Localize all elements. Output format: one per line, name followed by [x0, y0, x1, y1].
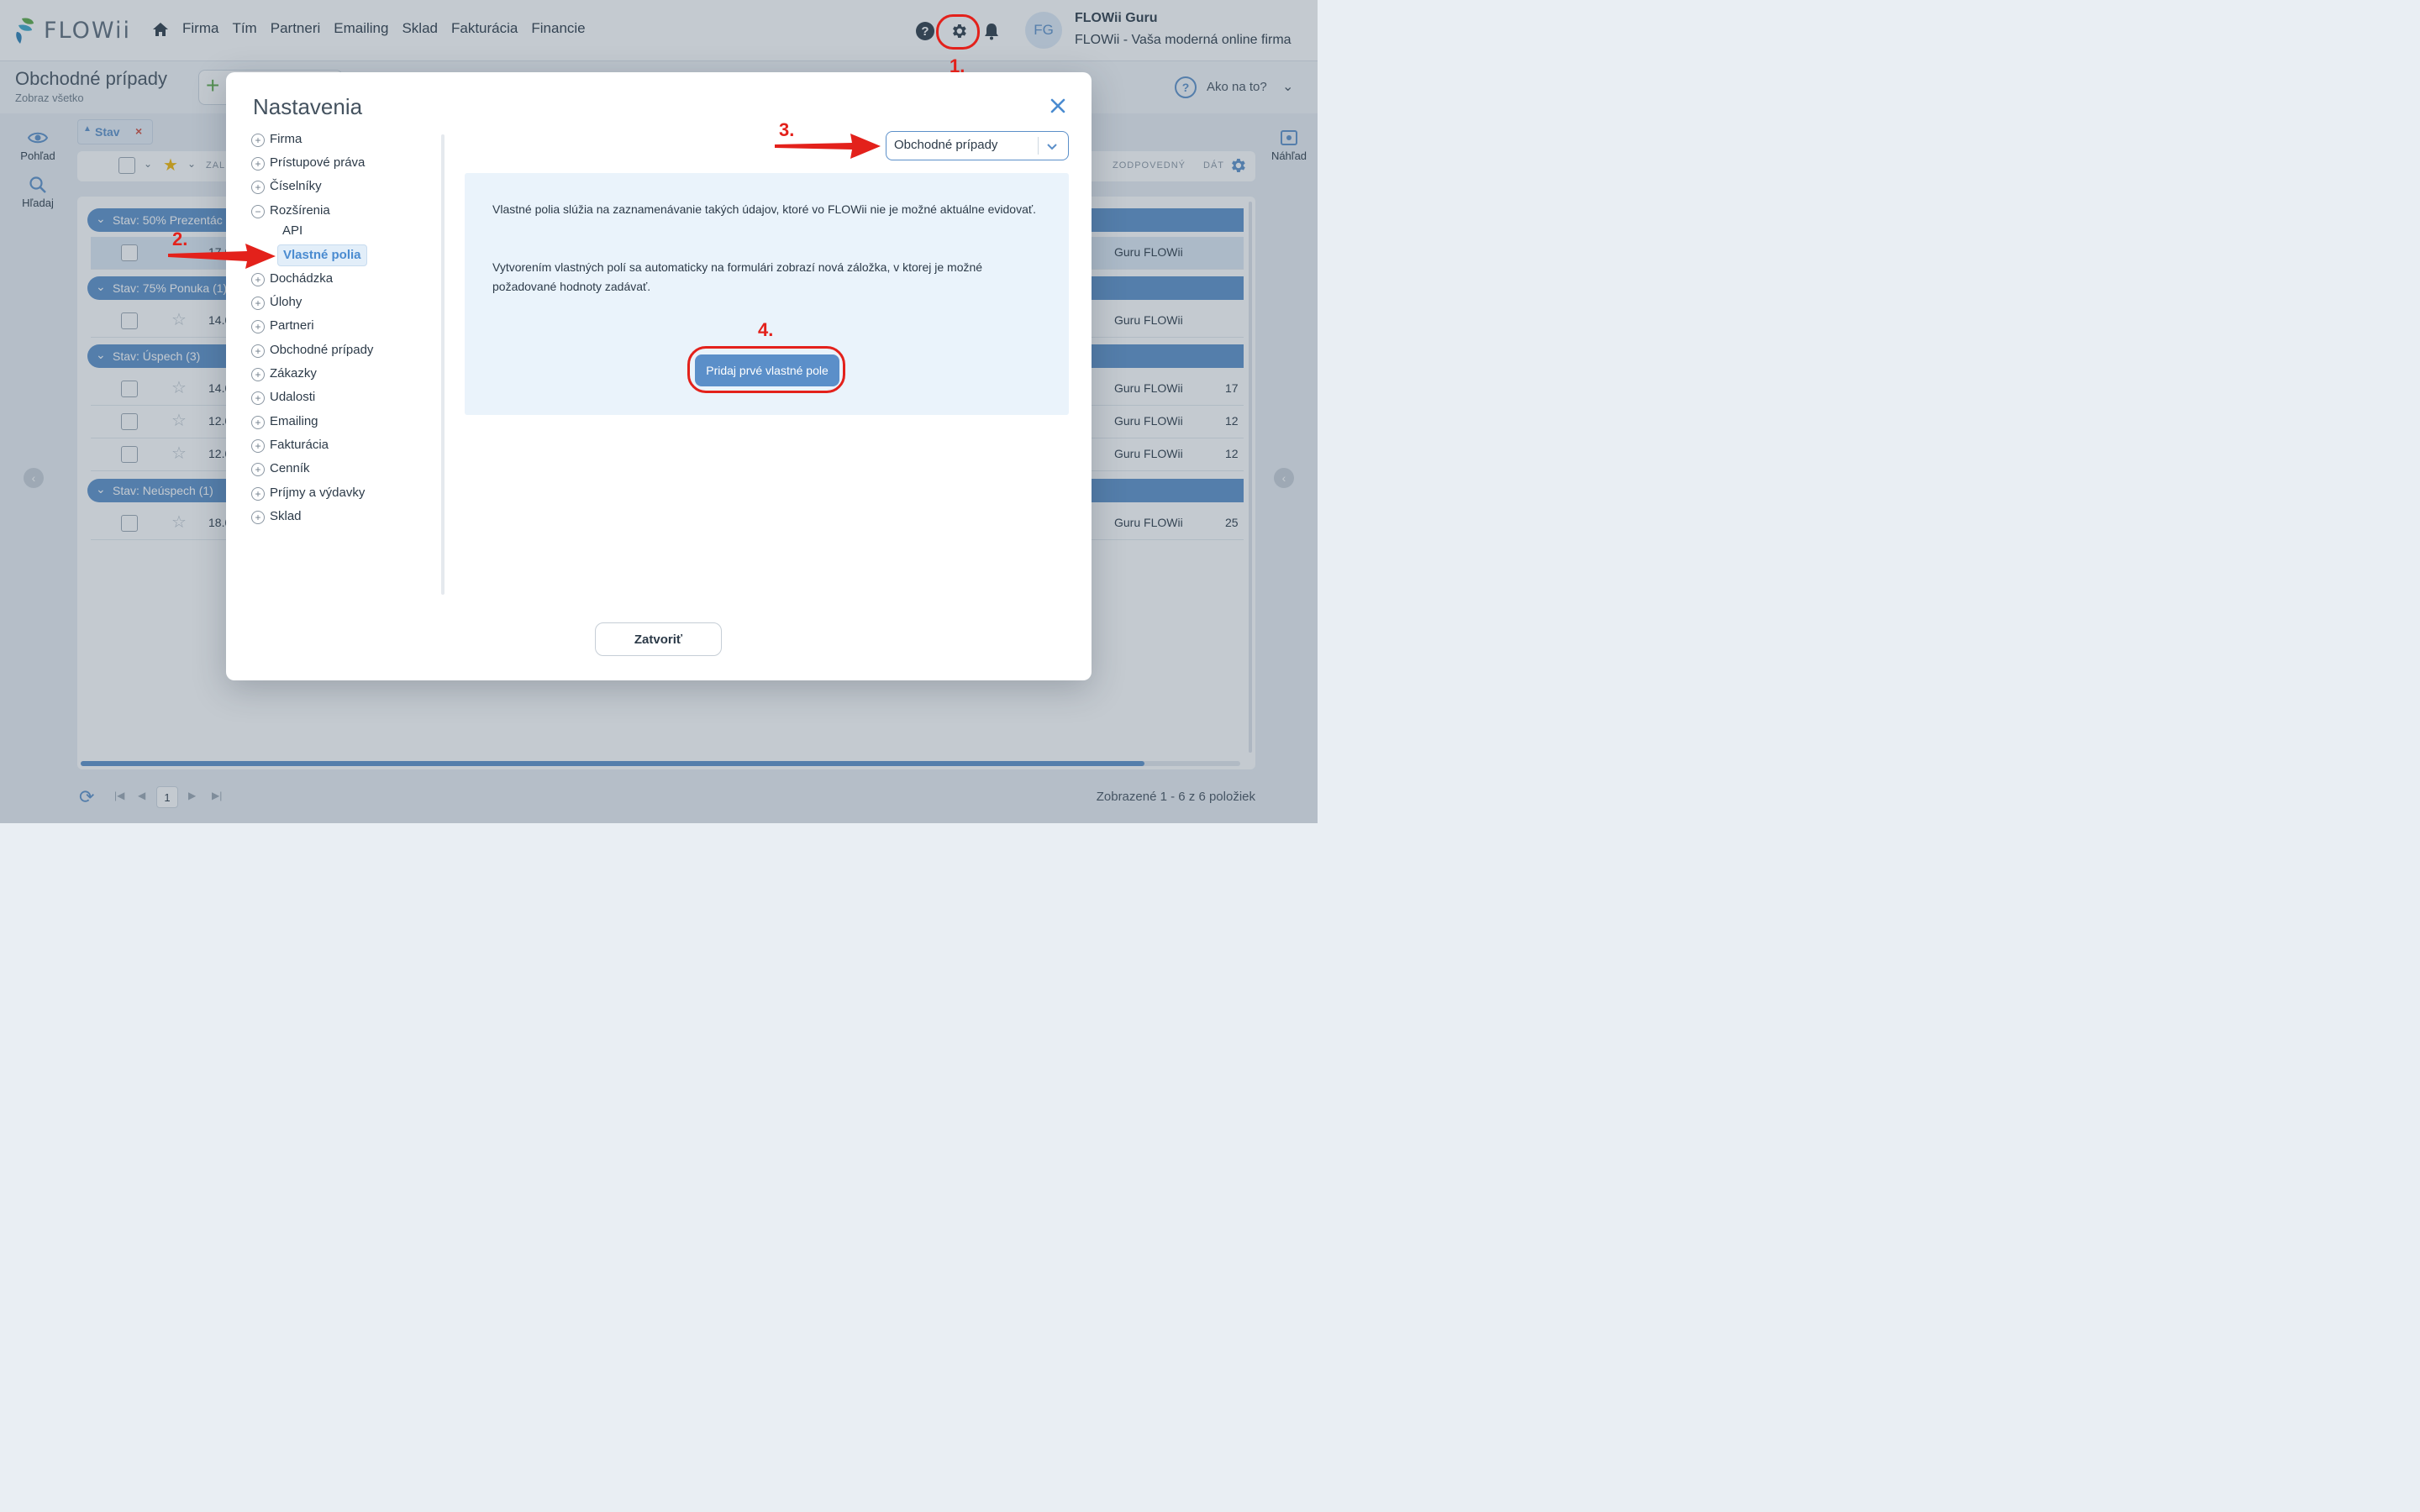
tree-item-label: Dochádzka [270, 271, 334, 286]
modal-title: Nastavenia [253, 94, 363, 119]
tree-item-label: Rozšírenia [270, 203, 330, 218]
expand-icon[interactable]: + [251, 157, 265, 171]
tree-item-label: Zákazky [270, 366, 317, 381]
expand-icon[interactable]: + [251, 439, 265, 453]
annotation-step-1: 1. [950, 55, 965, 76]
tree-scrollbar[interactable] [441, 134, 445, 595]
tree-child-vlastne-polia[interactable]: Vlastné polia [277, 244, 367, 266]
annotation-highlight-gear [936, 14, 980, 50]
tree-child-api[interactable]: API [282, 223, 302, 242]
info-text-1: Vlastné polia slúžia na zaznamenávanie t… [492, 202, 1037, 216]
select-divider [1038, 137, 1039, 155]
close-button[interactable]: Zatvoriť [595, 622, 722, 656]
tree-item-label: Fakturácia [270, 438, 329, 452]
tree-item-label: Príjmy a výdavky [270, 486, 366, 500]
expand-icon[interactable]: + [251, 368, 265, 381]
module-select-value: Obchodné prípady [894, 138, 998, 152]
tree-item-label: Partneri [270, 318, 314, 333]
settings-modal: Nastavenia + Firma + Prístupové práva + Čís… [226, 72, 1092, 680]
expand-icon[interactable]: + [251, 181, 265, 194]
expand-icon[interactable]: + [251, 134, 265, 147]
close-icon[interactable] [1048, 96, 1068, 116]
expand-icon[interactable]: + [251, 344, 265, 358]
tree-item-label: Úlohy [270, 295, 302, 309]
chevron-down-icon[interactable] [1044, 139, 1060, 154]
tree-item-label: Cenník [270, 461, 310, 475]
tree-item-label: Emailing [270, 414, 318, 428]
expand-icon[interactable]: + [251, 391, 265, 405]
expand-icon[interactable]: + [251, 487, 265, 501]
add-first-custom-field-button[interactable]: Pridaj prvé vlastné pole [695, 354, 839, 386]
annotation-arrow-icon [775, 134, 881, 159]
annotation-arrow-icon [168, 244, 276, 269]
tree-item-label: Číselníky [270, 179, 322, 193]
annotation-step-4: 4. [758, 319, 774, 340]
tree-item-label: Prístupové práva [270, 155, 366, 170]
expand-icon[interactable]: + [251, 273, 265, 286]
expand-icon[interactable]: + [251, 297, 265, 310]
tree-item-label: Firma [270, 132, 302, 146]
expand-icon[interactable]: + [251, 511, 265, 524]
app-root: FLOWii Firma Tím Partneri Emailing Sklad… [0, 0, 1318, 823]
tree-item-label: Udalosti [270, 390, 316, 404]
expand-icon[interactable]: + [251, 416, 265, 429]
expand-icon[interactable]: + [251, 320, 265, 333]
expand-icon[interactable]: + [251, 463, 265, 476]
module-select[interactable]: Obchodné prípady [886, 131, 1069, 160]
tree-item-label: Obchodné prípady [270, 343, 374, 357]
info-text-2: Vytvorením vlastných polí sa automaticky… [492, 260, 983, 293]
tree-item-label: Sklad [270, 509, 302, 523]
collapse-icon[interactable]: − [251, 205, 265, 218]
